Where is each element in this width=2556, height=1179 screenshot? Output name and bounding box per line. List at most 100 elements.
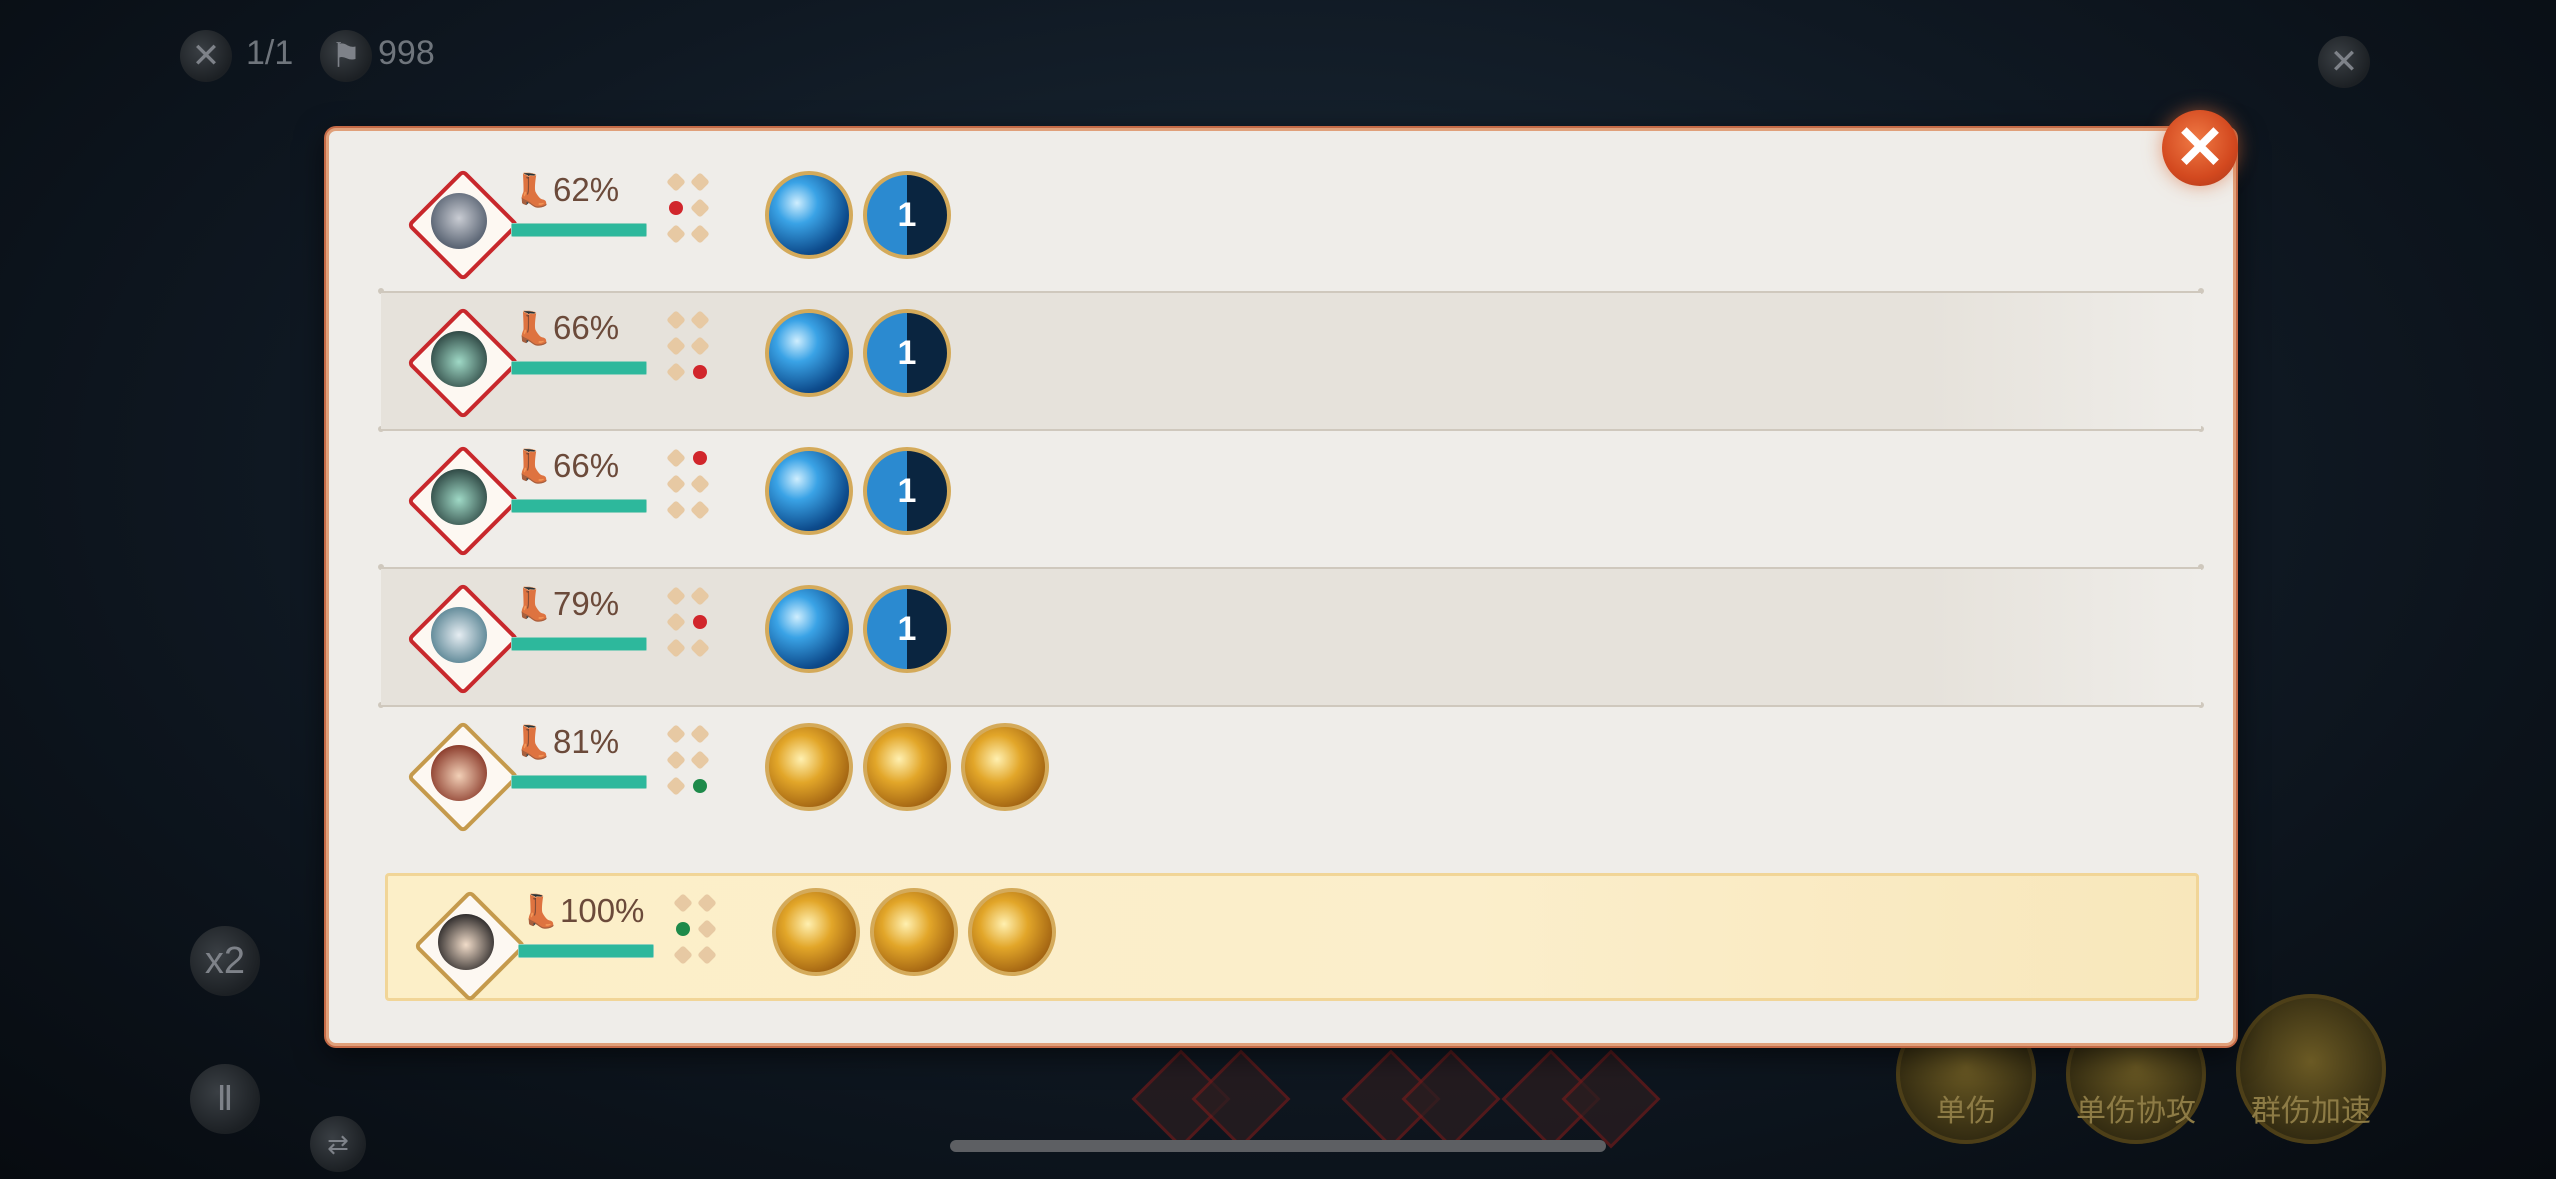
crossed-swords-icon: ✕ <box>180 30 232 82</box>
gold-slash-skill-icon[interactable] <box>765 723 853 811</box>
formation-slot <box>690 500 710 520</box>
speed-percent: 62% <box>553 171 620 208</box>
boot-icon: 👢 <box>513 724 553 760</box>
gold-wave-skill-icon[interactable] <box>870 888 958 976</box>
group-speed-label: 群伤加速 <box>2251 1095 2371 1128</box>
gold-ring-skill-icon[interactable] <box>961 723 1049 811</box>
blue-bolt-skill-icon[interactable] <box>765 585 853 673</box>
boot-icon: 👢 <box>513 586 553 622</box>
turn-card <box>1561 1049 1661 1149</box>
speed-bar <box>511 775 647 789</box>
formation-position-marker <box>669 201 683 215</box>
formation-slot <box>666 586 686 606</box>
formation-grid <box>665 448 713 525</box>
formation-slot <box>690 198 710 218</box>
turn-order-row[interactable]: 👢 100% <box>385 873 2199 1003</box>
speed-percent: 100% <box>560 892 645 929</box>
formation-slot <box>666 612 686 632</box>
armored-skull-hero-avatar <box>431 193 487 249</box>
speed-label: x2 <box>204 940 246 982</box>
unit-portrait <box>406 444 520 558</box>
boot-icon: 👢 <box>513 448 553 484</box>
formation-slot <box>697 893 717 913</box>
blue-swirl-skill-icon[interactable]: 1 <box>863 585 951 673</box>
turn-order-row[interactable]: 👢 79% 1 <box>381 569 2201 705</box>
unit-portrait <box>406 168 520 282</box>
formation-grid <box>672 893 720 970</box>
blue-swirl-skill-icon[interactable]: 1 <box>863 171 951 259</box>
speed-bar <box>511 637 647 651</box>
unit-portrait <box>406 582 520 696</box>
formation-slot <box>666 776 686 796</box>
blue-burst-skill-icon[interactable] <box>765 171 853 259</box>
group-speed-button[interactable]: 群伤加速 <box>2236 994 2386 1144</box>
dark-hair-hero-avatar <box>438 914 494 970</box>
unit-portrait <box>406 720 520 834</box>
unit-portrait <box>406 306 520 420</box>
turn-order-row[interactable]: 👢 81% <box>381 707 2201 843</box>
speed-bar-fill <box>519 945 653 957</box>
turn-order-row[interactable]: 👢 66% 1 <box>381 293 2201 429</box>
blue-slash-skill-icon[interactable] <box>765 447 853 535</box>
turn-order-row[interactable]: 👢 66% 1 <box>381 431 2201 567</box>
formation-slot <box>690 638 710 658</box>
boot-icon: 👢 <box>513 310 553 346</box>
hooded-teal-monster-avatar <box>431 331 487 387</box>
formation-slot <box>666 448 686 468</box>
gold-figure-skill-icon[interactable] <box>863 723 951 811</box>
speed-percent: 79% <box>553 585 620 622</box>
turn-card <box>1191 1049 1291 1149</box>
auto-battle-icon[interactable]: ✕ <box>2318 36 2370 88</box>
red-hair-hero-avatar <box>431 745 487 801</box>
swap-icon[interactable]: ⇄ <box>310 1116 366 1172</box>
formation-slot <box>690 586 710 606</box>
formation-grid <box>665 724 713 801</box>
flag-icon: ⚑ <box>320 30 372 82</box>
speed-bar-fill <box>512 362 646 374</box>
formation-slot <box>666 336 686 356</box>
gold-swirl-skill-icon[interactable] <box>772 888 860 976</box>
formation-slot <box>666 224 686 244</box>
boot-icon: 👢 <box>513 172 553 208</box>
speed-bar-fill <box>512 500 646 512</box>
formation-slot <box>697 945 717 965</box>
formation-slot <box>690 172 710 192</box>
pause-icon[interactable]: Ⅱ <box>190 1064 260 1134</box>
formation-slot <box>690 310 710 330</box>
speed-bar <box>511 361 647 375</box>
speed-percent: 66% <box>553 309 620 346</box>
formation-slot <box>690 474 710 494</box>
formation-slot <box>666 310 686 330</box>
speed-bar <box>511 223 647 237</box>
hooded-teal-monster-avatar <box>431 469 487 525</box>
formation-slot <box>666 474 686 494</box>
formation-slot <box>666 724 686 744</box>
battle-count: 1/1 <box>246 34 294 72</box>
close-icon[interactable]: ✕ <box>2162 110 2238 186</box>
white-beast-avatar <box>431 607 487 663</box>
blue-swirl-skill-icon[interactable]: 1 <box>863 447 951 535</box>
formation-position-marker <box>676 922 690 936</box>
speed-bar-fill <box>512 776 646 788</box>
formation-slot <box>666 172 686 192</box>
gold-spark-skill-icon[interactable] <box>968 888 1056 976</box>
speed-bar-fill <box>512 224 646 236</box>
formation-slot <box>697 919 717 939</box>
speed-toggle[interactable]: x2 <box>190 926 260 996</box>
blue-swirl-skill-icon[interactable]: 1 <box>863 309 951 397</box>
formation-slot <box>690 750 710 770</box>
home-indicator <box>950 1140 1606 1152</box>
formation-slot <box>690 224 710 244</box>
formation-slot <box>690 336 710 356</box>
formation-grid <box>665 586 713 663</box>
formation-position-marker <box>693 365 707 379</box>
formation-slot <box>666 750 686 770</box>
formation-grid <box>665 172 713 249</box>
speed-bar <box>518 944 654 958</box>
turn-order-row[interactable]: 👢 62% 1 <box>381 155 2201 291</box>
blue-slash-skill-icon[interactable] <box>765 309 853 397</box>
formation-slot <box>666 500 686 520</box>
formation-position-marker <box>693 615 707 629</box>
formation-position-marker <box>693 779 707 793</box>
formation-slot <box>690 724 710 744</box>
